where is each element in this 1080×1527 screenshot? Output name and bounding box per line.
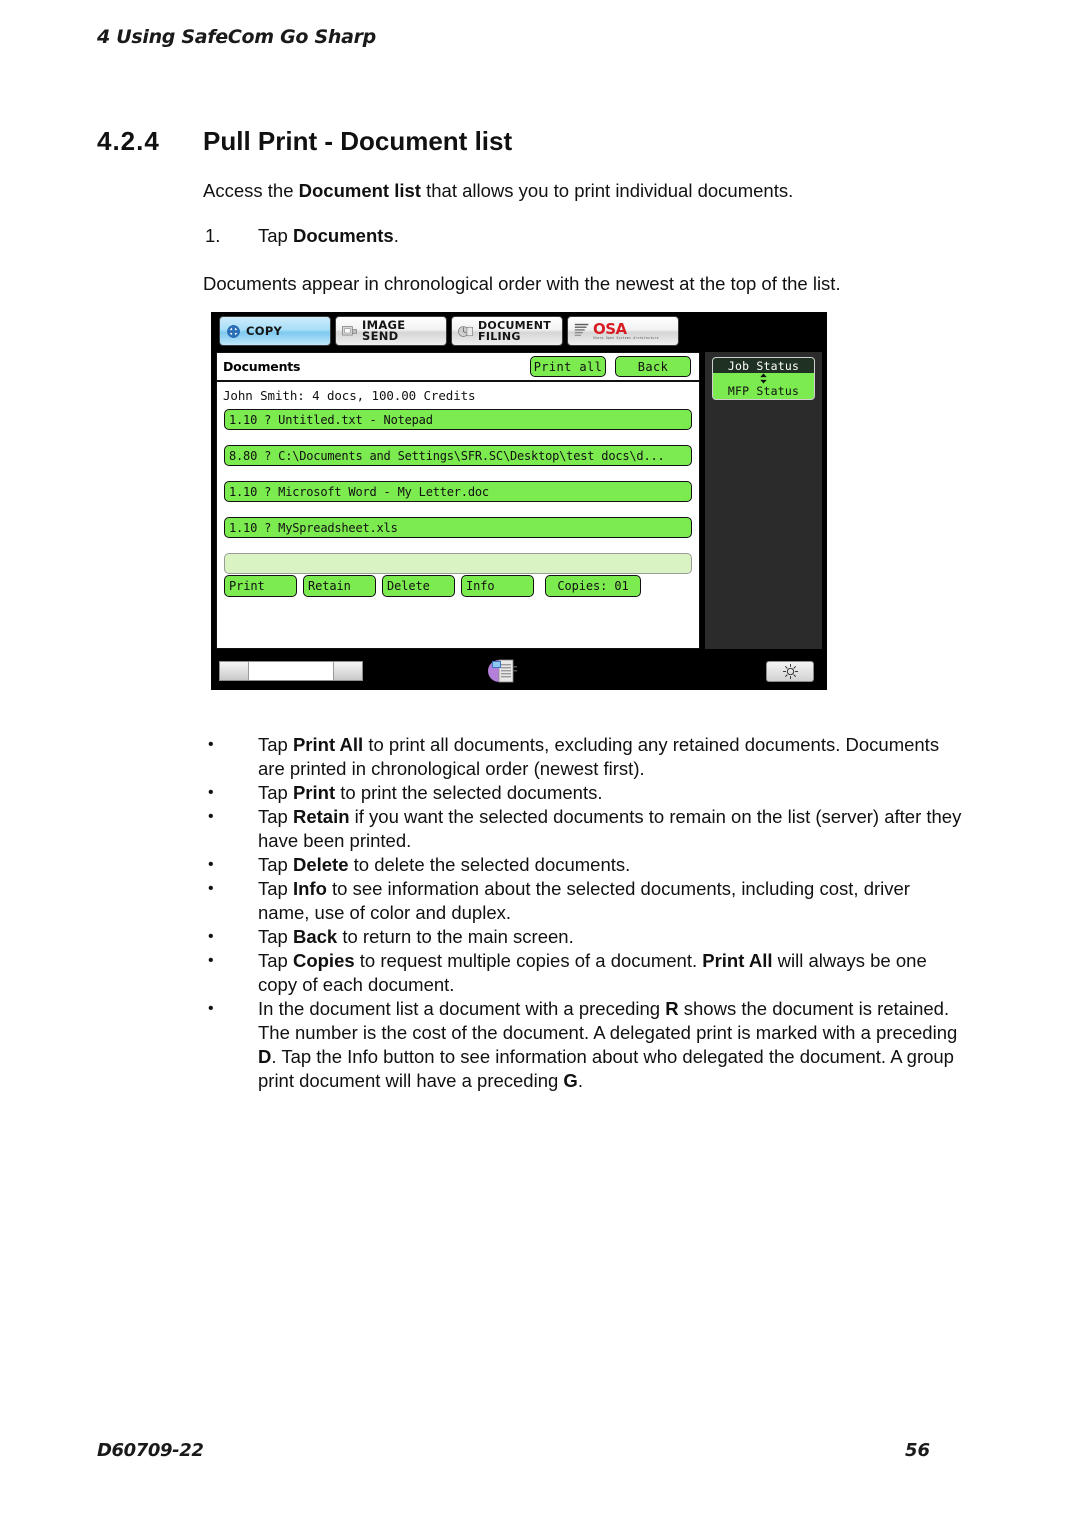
step-instruction: Tap Documents. [258,225,399,247]
step-suffix: . [393,225,399,246]
footer-document-id: D60709-22 [97,1440,204,1461]
tab-copy[interactable]: COPY [219,316,331,346]
job-status-label[interactable]: Job Status [713,358,814,373]
running-header: 4 Using SafeCom Go Sharp [97,26,376,48]
bullet-item: • Tap Delete to delete the selected docum… [203,853,963,877]
bullet-marker: • [208,808,214,825]
print-button[interactable]: Print [224,575,297,597]
bullet-item: • Tap Print All to print all documents, e… [203,733,963,781]
section-number: 4.2.4 [97,126,160,156]
tab-document-filing-label: DOCUMENT FILING [478,319,552,343]
delete-button[interactable]: Delete [382,575,455,597]
osa-sublabel: Sharp Open Systems Architecture [593,335,659,340]
retain-button[interactable]: Retain [303,575,376,597]
copies-button[interactable]: Copies: 01 [545,575,641,597]
page-title: Pull Print - Document list [203,126,513,156]
document-row[interactable]: 1.10 ? Untitled.txt - Notepad [224,409,692,430]
bullet-text: In the document list a document with a p… [258,998,958,1091]
brightness-icon [782,663,798,680]
device-bottom-bar [211,651,827,690]
intro-prefix: Access the [203,180,299,201]
back-button[interactable]: Back [615,356,691,377]
intro-suffix: that allows you to print individual docu… [420,180,794,201]
slider-right-cap[interactable] [333,662,362,680]
document-row[interactable]: 8.80 ? C:\Documents and Settings\SFR.SC\… [224,445,692,466]
bullet-text: Tap Retain if you want the selected docu… [258,806,962,851]
copy-icon [227,324,240,338]
slider-left-cap[interactable] [220,662,249,680]
step-number: 1. [205,225,221,246]
bullet-marker: • [208,736,214,753]
tab-document-filing[interactable]: DOCUMENT FILING [451,316,563,346]
bullet-marker: • [208,784,214,801]
bullet-item: • Tap Info to see information about the s… [203,877,963,925]
note-paragraph: Documents appear in chronological order … [203,273,841,294]
bullet-text: Tap Info to see information about the se… [258,878,910,923]
tab-copy-label: COPY [246,323,283,338]
bullet-marker: • [208,952,214,969]
bullet-list: • Tap Print All to print all documents, e… [203,733,963,1093]
print-all-button[interactable]: Print all [530,356,606,377]
bullet-text: Tap Copies to request multiple copies of… [258,950,927,995]
bullet-text: Tap Back to return to the main screen. [258,926,574,947]
document-filing-icon [458,325,473,337]
tab-image-send[interactable]: IMAGE SEND [335,316,447,346]
document-row-empty[interactable] [224,553,692,574]
bullet-marker: • [208,1000,214,1017]
printer-icon [488,659,517,683]
bullet-item: • Tap Print to print the selected documen… [203,781,963,805]
mfp-status-label[interactable]: MFP Status [713,384,814,398]
panel-title: Documents [223,359,301,374]
image-send-icon [342,325,357,335]
step-bold: Documents [292,225,394,246]
bullet-text: Tap Print All to print all documents, ex… [258,734,940,779]
bullet-marker: • [208,880,214,897]
slider-track[interactable] [249,662,333,680]
status-toggle[interactable]: Job Status MFP Status [712,357,815,400]
osa-logo-icon: OSA Sharp Open Systems Architecture [573,319,678,340]
bullet-item: • Tap Retain if you want the selected doc… [203,805,963,853]
step-prefix: Tap [258,225,293,246]
bullet-text: Tap Delete to delete the selected docume… [258,854,631,875]
document-row[interactable]: 1.10 ? Microsoft Word - My Letter.doc [224,481,692,502]
document-row[interactable]: 1.10 ? MySpreadsheet.xls [224,517,692,538]
bullet-marker: • [208,928,214,945]
bullet-item: • Tap Copies to request multiple copies o… [203,949,963,997]
brightness-button[interactable] [766,661,814,682]
info-button[interactable]: Info [461,575,534,597]
documents-panel: Documents Print all Back John Smith: 4 d… [216,352,700,649]
status-sidebar: Job Status MFP Status [705,352,822,649]
device-tab-strip: COPY IMAGE SEND DOCUMENT FILING OSA Shar… [211,312,827,352]
footer-page-number: 56 [905,1440,931,1461]
device-screenshot: COPY IMAGE SEND DOCUMENT FILING OSA Shar… [211,312,827,690]
tab-image-send-label: IMAGE SEND [362,318,406,343]
bullet-marker: • [208,856,214,873]
bullet-text: Tap Print to print the selected document… [258,782,603,803]
document-action-bar: Print Retain Delete Info Copies: 01 [224,575,692,598]
bullet-item: • Tap Back to return to the main screen. [203,925,963,949]
osa-bars-icon [574,323,589,337]
bullet-item: • In the document list a document with a … [203,997,963,1093]
contrast-slider[interactable] [219,661,363,681]
osa-wordmark: OSA [593,319,627,338]
up-down-arrows-icon [713,373,814,384]
document-list: 1.10 ? Untitled.txt - Notepad 8.80 ? C:\… [224,409,692,589]
intro-paragraph: Access the Document list that allows you… [203,178,963,204]
intro-bold: Document list [298,180,421,201]
tab-osa[interactable]: OSA Sharp Open Systems Architecture [567,316,679,346]
user-summary: John Smith: 4 docs, 100.00 Credits [223,388,476,403]
